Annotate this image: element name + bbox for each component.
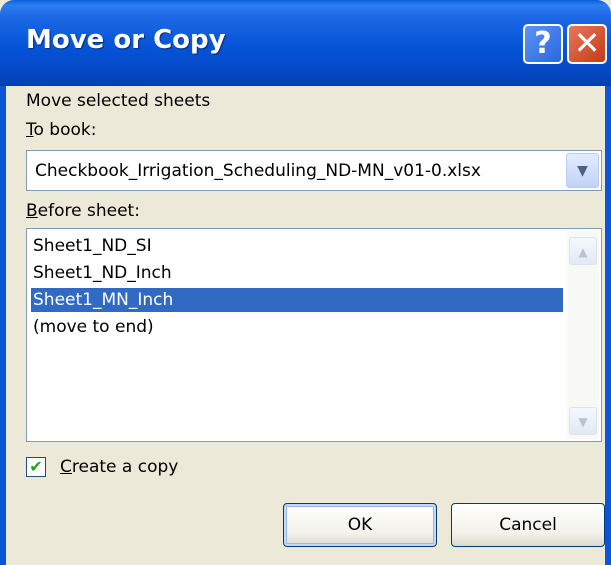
to-book-dropdown[interactable]: Checkbook_Irrigation_Scheduling_ND-MN_v0… <box>26 150 602 191</box>
title-bar[interactable]: Move or Copy ? ✕ <box>0 0 611 86</box>
cancel-button[interactable]: Cancel <box>451 503 605 547</box>
create-copy-label-text: reate a copy <box>71 457 179 477</box>
to-book-value: Checkbook_Irrigation_Scheduling_ND-MN_v0… <box>35 161 481 181</box>
sheet-list[interactable]: Sheet1_ND_SI Sheet1_ND_Inch Sheet1_MN_In… <box>26 228 602 442</box>
scroll-up-arrow-icon: ▲ <box>578 245 588 259</box>
checkmark-icon: ✔ <box>29 457 43 476</box>
window-frame-right <box>605 86 611 565</box>
chevron-down-icon: ▼ <box>577 163 588 179</box>
intro-label: Move selected sheets <box>26 91 211 111</box>
question-icon: ? <box>534 26 552 61</box>
create-copy-accelerator: C <box>60 457 72 477</box>
list-item[interactable]: Sheet1_ND_SI <box>31 234 563 258</box>
before-sheet-accelerator: B <box>26 201 38 221</box>
close-icon: ✕ <box>573 24 601 62</box>
move-or-copy-dialog: Move or Copy ? ✕ Move selected sheets To… <box>0 0 611 565</box>
create-copy-checkbox[interactable]: ✔ <box>26 457 46 477</box>
close-button[interactable]: ✕ <box>567 24 607 64</box>
window-frame-left <box>0 86 6 565</box>
ok-button[interactable]: OK <box>283 503 437 547</box>
list-item[interactable]: Sheet1_ND_Inch <box>31 261 563 285</box>
vertical-scrollbar[interactable]: ▲ ▼ <box>567 231 599 439</box>
list-item-selected[interactable]: Sheet1_MN_Inch <box>31 288 563 312</box>
help-button[interactable]: ? <box>523 24 563 64</box>
scroll-down-arrow-icon: ▼ <box>578 415 588 429</box>
to-book-label-text: o book: <box>33 120 97 140</box>
to-book-label: To book: <box>26 120 96 140</box>
to-book-accelerator: T <box>26 120 34 140</box>
scroll-up-button[interactable]: ▲ <box>569 237 597 265</box>
dropdown-arrow-button[interactable]: ▼ <box>566 153 599 188</box>
create-copy-label[interactable]: Create a copy <box>60 457 178 477</box>
list-item[interactable]: (move to end) <box>31 315 563 339</box>
before-sheet-label-text: efore sheet: <box>37 201 140 221</box>
scroll-down-button[interactable]: ▼ <box>569 407 597 435</box>
before-sheet-label: Before sheet: <box>26 201 140 221</box>
window-title: Move or Copy <box>26 25 226 55</box>
